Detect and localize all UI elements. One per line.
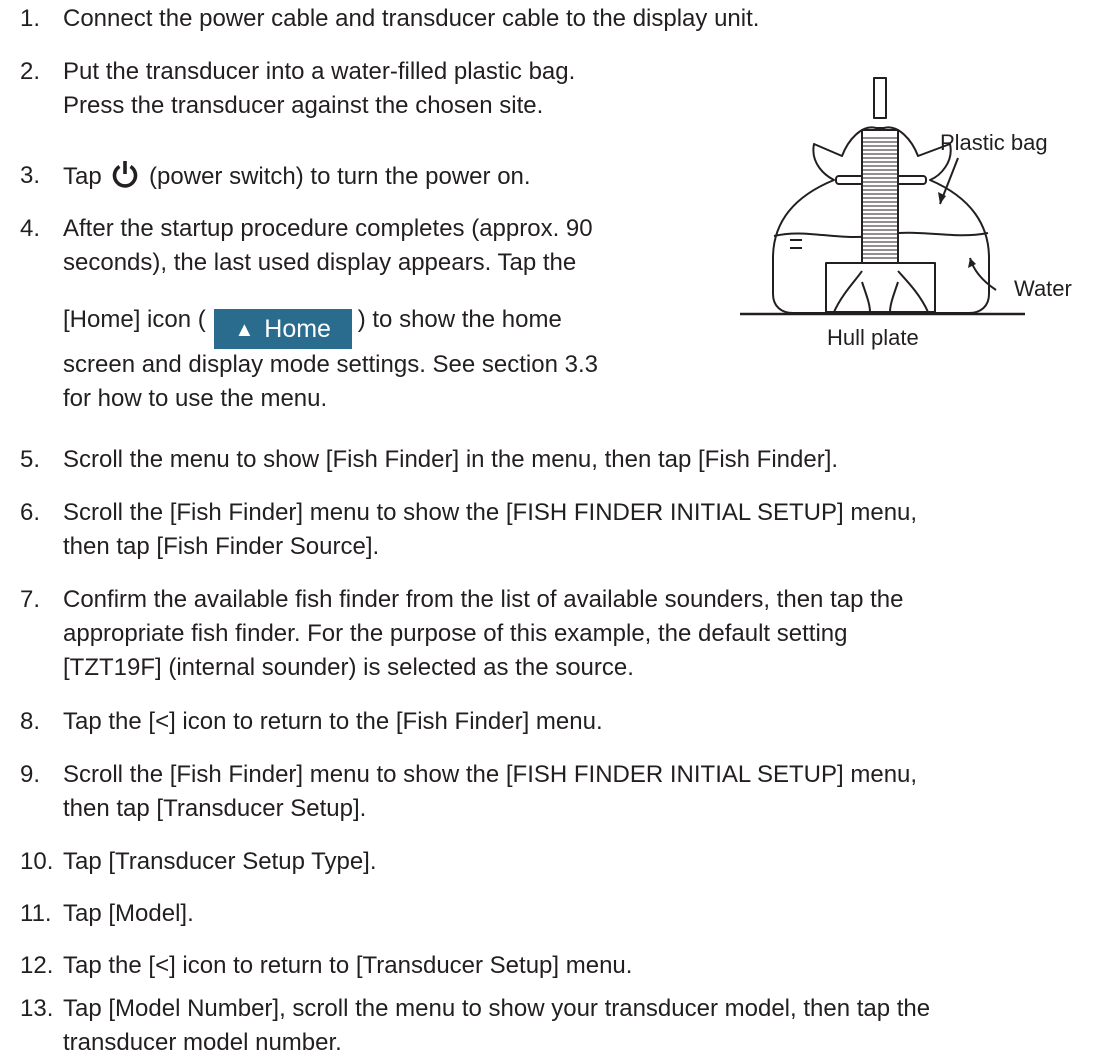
step-number: 9. [20,761,41,788]
step-text: Tap the [<] icon to return to the [Fish … [63,708,603,735]
step-text: Tap [Model]. [63,900,194,927]
chevron-up-icon: ▲ [234,319,255,341]
step-text: for how to use the menu. [63,385,328,412]
step-number: 5. [20,446,41,473]
step-text: [TZT19F] (internal sounder) is selected … [63,654,634,681]
step-text: transducer model number. [63,1029,342,1056]
step-number: 7. [20,586,41,613]
step-number: 2. [20,58,41,85]
step-text: Tap [63,163,102,190]
home-button-label: Home [264,315,331,343]
step-number: 10. [20,848,54,875]
step-number: 4. [20,215,41,242]
step-text: Scroll the menu to show [Fish Finder] in… [63,446,839,473]
step-text: Scroll the [Fish Finder] menu to show th… [63,499,918,526]
step-text: Tap the [<] icon to return to [Transduce… [63,952,633,979]
step-number: 11. [20,900,52,927]
step-text: Confirm the available fish finder from t… [63,586,904,613]
step-text: then tap [Fish Finder Source]. [63,533,380,560]
step-number: 8. [20,708,41,735]
transducer-in-bag-illustration: Plastic bag Water Hull plate [738,68,1072,350]
step-text: screen and display mode settings. See se… [63,351,598,378]
power-icon [113,161,138,188]
step-text: appropriate fish finder. For the purpose… [63,620,848,647]
step-number: 1. [20,5,41,32]
transducer-bag-drawing [740,77,1025,316]
water-label: Water [1014,276,1072,301]
step-text: [Home] icon ( [63,306,206,333]
hull-plate-label: Hull plate [827,325,919,350]
home-button: ▲ Home [213,309,352,349]
step-text: then tap [Transducer Setup]. [63,795,367,822]
step-number: 6. [20,499,41,526]
step-text: Scroll the [Fish Finder] menu to show th… [63,761,918,788]
step-text: (power switch) to turn the power on. [149,163,531,190]
plastic-bag-label: Plastic bag [940,130,1048,155]
step-number: 3. [20,162,41,189]
step-text: Tap [Transducer Setup Type]. [63,848,377,875]
step-number: 12. [20,952,54,979]
step-number: 13. [20,995,54,1022]
step-text: Connect the power cable and transducer c… [63,5,760,32]
step-text: ) to show the home [357,306,562,333]
step-text: Tap [Model Number], scroll the menu to s… [63,995,931,1022]
